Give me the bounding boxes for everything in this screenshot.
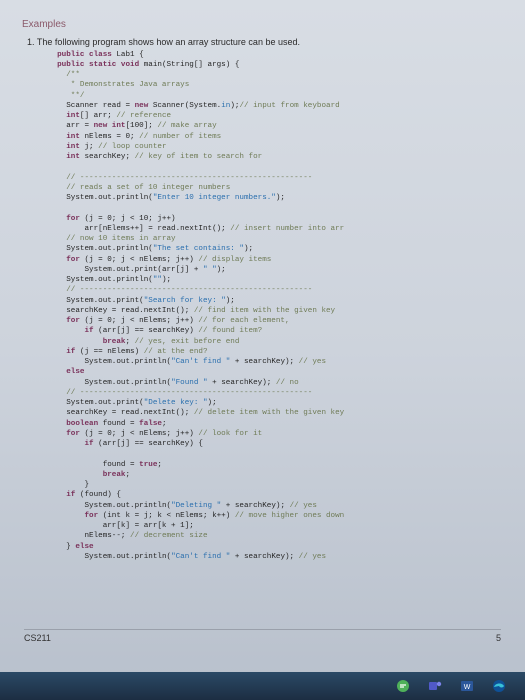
section-heading: Examples [22,18,503,32]
windows-taskbar[interactable]: W [0,672,525,700]
word-icon[interactable]: W [459,678,475,694]
chat-icon[interactable] [395,678,411,694]
edge-icon[interactable] [491,678,507,694]
svg-text:W: W [464,684,471,691]
example-intro: 1. The following program shows how an ar… [36,36,503,48]
teams-icon[interactable] [427,678,443,694]
page-number: 5 [496,632,501,644]
page-footer: CS211 5 [24,629,501,644]
code-listing: public class Lab1 { public static void m… [48,50,503,563]
course-code: CS211 [24,632,51,644]
